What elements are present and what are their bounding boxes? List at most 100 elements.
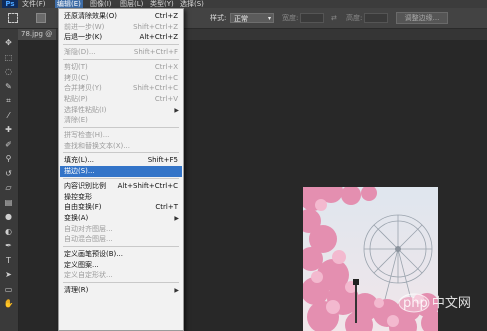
quick-select-icon[interactable]: ✎ xyxy=(3,81,14,92)
hand-icon[interactable]: ✋ xyxy=(3,298,14,309)
history-brush-icon[interactable]: ↺ xyxy=(3,168,14,179)
menu-item-label: 自动对齐图层... xyxy=(64,224,113,233)
menu-item: 拼写检查(H)... xyxy=(60,130,182,141)
menu-item-label: 清理(R) xyxy=(64,286,89,295)
menu-item: 拷贝(C) Ctrl+C xyxy=(60,73,182,84)
menu-item[interactable]: 描边(S)... xyxy=(60,166,182,178)
menu-image[interactable]: 图像(I) xyxy=(90,0,112,8)
move-icon[interactable]: ✥ xyxy=(3,37,14,48)
menu-item-label: 自由变换(F) xyxy=(64,203,102,212)
menu-item[interactable]: 还原清除效果(O) Ctrl+Z xyxy=(60,11,182,22)
menu-separator xyxy=(63,152,179,154)
menu-item-label: 清除(E) xyxy=(64,116,88,125)
eraser-icon[interactable]: ▱ xyxy=(3,182,14,193)
menu-item: 选择性粘贴(I) ▶ xyxy=(60,105,182,116)
menu-item[interactable]: 定义画笔预设(B)... xyxy=(60,249,182,260)
marquee-tool-icon[interactable] xyxy=(8,13,18,23)
menu-item-label: 定义图案... xyxy=(64,260,99,269)
menu-item-shortcut: Ctrl+X xyxy=(154,62,178,71)
menu-item[interactable]: 自由变换(F) Ctrl+T xyxy=(60,202,182,213)
menu-item-shortcut: Alt+Ctrl+Z xyxy=(139,33,178,42)
blur-icon[interactable]: ● xyxy=(3,211,14,222)
menu-item-shortcut: Shift+F5 xyxy=(147,156,178,165)
submenu-arrow-icon: ▶ xyxy=(174,214,179,222)
edit-menu-dropdown: 还原清除效果(O) Ctrl+Z 前进一步(W) Shift+Ctrl+Z 后退一步(K… xyxy=(58,8,184,331)
lasso-icon[interactable]: ◌ xyxy=(3,66,14,77)
menu-separator xyxy=(63,127,179,128)
menu-separator xyxy=(63,177,179,179)
menu-item: 自动对齐图层... xyxy=(60,224,182,235)
menu-item-label: 查找和替换文本(X)... xyxy=(64,141,130,150)
menu-item[interactable]: 操控变形 xyxy=(60,192,182,203)
menu-separator xyxy=(63,58,179,60)
menu-item[interactable]: 定义图案... xyxy=(60,260,182,271)
shape-icon[interactable]: ▭ xyxy=(3,284,14,295)
style-select-value: 正常 xyxy=(234,15,248,23)
menu-item-shortcut: Ctrl+C xyxy=(154,73,178,82)
menu-item[interactable]: 后退一步(K) Alt+Ctrl+Z xyxy=(60,32,182,43)
style-select[interactable]: 正常 ▾ xyxy=(230,13,274,23)
menu-type[interactable]: 类型(Y) xyxy=(150,0,174,8)
menu-item-label: 操控变形 xyxy=(64,192,92,201)
menu-item: 自动混合图层... xyxy=(60,234,182,245)
style-label: 样式: xyxy=(210,14,227,22)
menu-separator xyxy=(63,246,179,247)
pen-icon[interactable]: ✒ xyxy=(3,240,14,251)
menu-item-label: 剪切(T) xyxy=(64,62,88,71)
menu-item-label: 粘贴(P) xyxy=(64,94,88,103)
path-select-icon[interactable]: ➤ xyxy=(3,269,14,280)
photoshop-logo: Ps xyxy=(2,0,18,8)
menu-select[interactable]: 选择(S) xyxy=(180,0,204,8)
menu-item-label: 变换(A) xyxy=(64,213,89,222)
eyedropper-icon[interactable]: ⁄ xyxy=(3,110,14,121)
menu-layer[interactable]: 图层(L) xyxy=(120,0,143,8)
menu-item-label: 渐隐(D)... xyxy=(64,48,96,57)
menu-edit[interactable]: 编辑(E) xyxy=(55,0,83,8)
menu-file[interactable]: 文件(F) xyxy=(22,0,46,8)
menu-item-label: 定义画笔预设(B)... xyxy=(64,250,123,258)
menu-bar: Ps 文件(F) 编辑(E) 图像(I) 图层(L) 类型(Y) 选择(S) xyxy=(0,0,487,8)
submenu-arrow-icon: ▶ xyxy=(174,106,179,114)
menu-item: 剪切(T) Ctrl+X xyxy=(60,62,182,73)
menu-item-label: 拷贝(C) xyxy=(64,73,89,82)
swap-icon[interactable]: ⇄ xyxy=(331,14,339,22)
menu-item: 合并拷贝(Y) Shift+Ctrl+C xyxy=(60,83,182,94)
menu-separator xyxy=(63,44,179,46)
menu-item[interactable]: 内容识别比例 Alt+Shift+Ctrl+C xyxy=(60,181,182,192)
menu-item-label: 后退一步(K) xyxy=(64,33,103,42)
menu-item-shortcut: Shift+Ctrl+C xyxy=(133,84,178,93)
width-label: 宽度: xyxy=(282,14,299,22)
watermark-text: php 中文网 xyxy=(403,296,471,311)
height-field[interactable] xyxy=(364,13,388,23)
menu-item[interactable]: 清理(R) ▶ xyxy=(60,285,182,296)
document-tab[interactable]: 78.jpg @ xyxy=(18,29,56,40)
new-selection-icon[interactable] xyxy=(36,13,46,23)
type-icon[interactable]: T xyxy=(3,255,14,266)
menu-item-label: 选择性粘贴(I) xyxy=(64,105,107,114)
menu-item-label: 前进一步(W) xyxy=(64,22,105,31)
menu-item[interactable]: 变换(A) ▶ xyxy=(60,213,182,224)
menu-item[interactable]: 填充(L)... Shift+F5 xyxy=(60,155,182,166)
crop-icon[interactable]: ⌗ xyxy=(3,95,14,106)
menu-item: 清除(E) xyxy=(60,115,182,126)
menu-item-label: 合并拷贝(Y) xyxy=(64,84,102,93)
marquee-icon[interactable]: ⬚ xyxy=(3,52,14,63)
clone-stamp-icon[interactable]: ⚲ xyxy=(3,153,14,164)
width-field[interactable] xyxy=(300,13,324,23)
gradient-icon[interactable]: ▤ xyxy=(3,197,14,208)
menu-item-shortcut: Alt+Shift+Ctrl+C xyxy=(117,181,178,190)
menu-item-shortcut: Ctrl+T xyxy=(155,203,178,212)
menu-item: 粘贴(P) Ctrl+V xyxy=(60,94,182,105)
brush-icon[interactable]: ✐ xyxy=(3,139,14,150)
tools-panel: ✥ ⬚ ◌ ✎ ⌗ ⁄ ✚ ✐ ⚲ ↺ ▱ ▤ ● ◐ ✒ T ➤ ▭ ✋ xyxy=(0,29,19,331)
menu-item: 定义自定形状... xyxy=(60,270,182,281)
menu-item-label: 自动混合图层... xyxy=(64,235,113,244)
healing-brush-icon[interactable]: ✚ xyxy=(3,124,14,135)
refine-edge-button[interactable]: 调整边缘... xyxy=(396,12,448,24)
menu-item-label: 拼写检查(H)... xyxy=(64,131,110,139)
menu-item-shortcut: Shift+Ctrl+F xyxy=(133,48,178,57)
menu-item-label: 内容识别比例 xyxy=(64,181,106,190)
dodge-icon[interactable]: ◐ xyxy=(3,226,14,237)
menu-item-label: 描边(S)... xyxy=(64,167,95,176)
menu-item-label: 还原清除效果(O) xyxy=(64,12,117,20)
